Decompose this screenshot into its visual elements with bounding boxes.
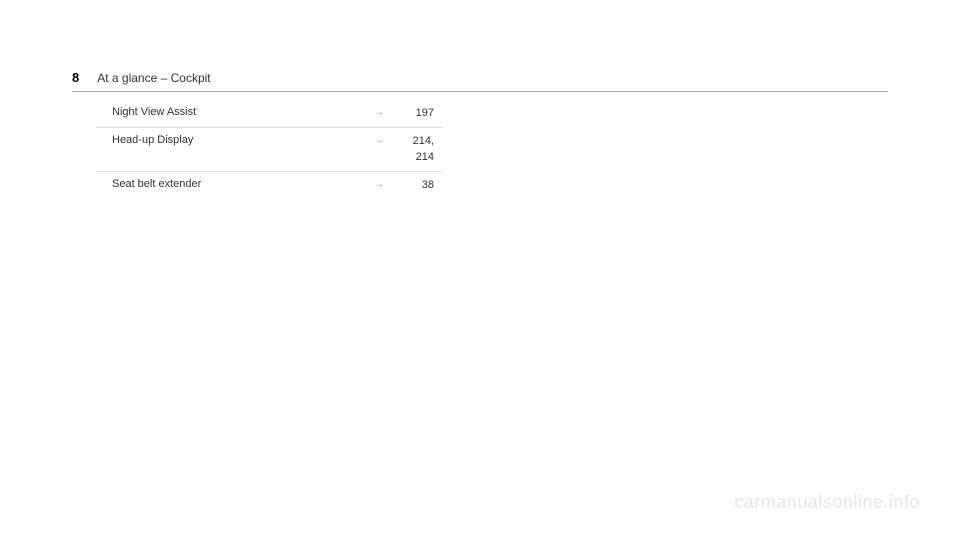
page-number: 8: [72, 70, 79, 85]
reference-table: Night View Assist → 197 Head-up Display …: [96, 100, 442, 200]
arrow-icon: →: [374, 134, 394, 146]
row-pages: 214,214: [394, 134, 434, 165]
row-pages: 38: [394, 178, 434, 193]
row-label: Head-up Display: [112, 134, 374, 146]
table-row: Seat belt extender → 38: [96, 172, 442, 199]
row-pages: 197: [394, 106, 434, 121]
row-label: Seat belt extender: [112, 178, 374, 190]
table-row: Night View Assist → 197: [96, 100, 442, 128]
arrow-icon: →: [374, 178, 394, 190]
arrow-icon: →: [374, 106, 394, 118]
row-label: Night View Assist: [112, 106, 374, 118]
table-row: Head-up Display → 214,214: [96, 128, 442, 172]
watermark: carmanualsonline.info: [734, 492, 920, 513]
section-title: At a glance – Cockpit: [97, 71, 210, 85]
page-header: 8 At a glance – Cockpit: [72, 70, 888, 92]
